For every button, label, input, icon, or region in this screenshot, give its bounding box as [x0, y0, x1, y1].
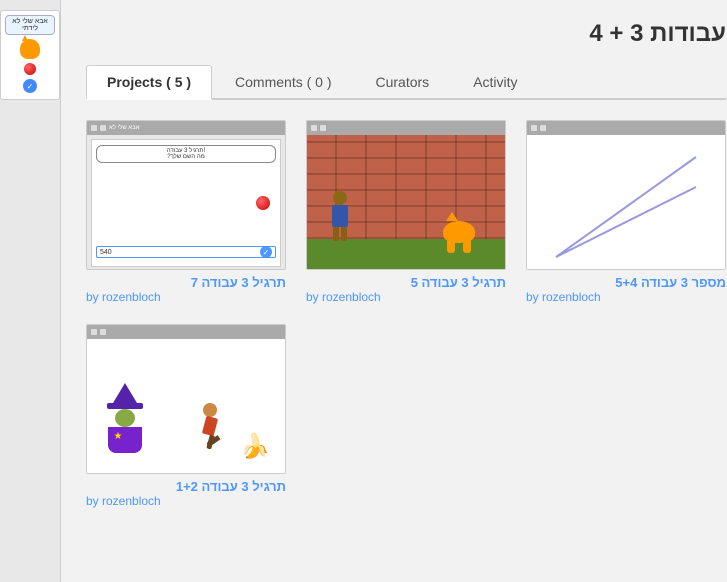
author-link-4[interactable]: rozenbloch: [102, 494, 161, 508]
thumb3-dot1: [531, 125, 537, 131]
thumb3-canvas: [527, 135, 725, 269]
project-title-2[interactable]: תרגיל 3 עבודה 5: [306, 275, 506, 290]
thumb1-header: אבא שלי לא: [87, 121, 285, 135]
thumb1-check: ✓: [260, 246, 272, 258]
project-author-2: by rozenbloch: [306, 290, 506, 304]
cat-leg-right: [463, 241, 471, 253]
project-thumbnail-2[interactable]: [306, 120, 506, 270]
sidebar-cat-icon: [20, 39, 40, 59]
sidebar-project-card: אבא שלי לאלידתי ✓: [0, 10, 60, 100]
by-label-2: by: [306, 290, 322, 304]
thumb2-cat: [443, 212, 475, 243]
thumb2-person: [332, 191, 348, 241]
acrobat-head: [203, 403, 217, 417]
by-label-3: by: [526, 290, 542, 304]
project-thumbnail-4[interactable]: ★ 🍌: [86, 324, 286, 474]
thumb1-header-text: אבא שלי לא: [109, 125, 140, 131]
sidebar-check-icon: ✓: [23, 79, 37, 93]
thumb4-header: [87, 325, 285, 339]
witch-star1: ★: [114, 431, 123, 442]
person-head: [333, 191, 347, 205]
main-content: עבודות 3 + 4 Projects ( 5 ) Comments ( 0…: [61, 0, 727, 582]
author-link-3[interactable]: rozenbloch: [542, 290, 601, 304]
thumb4-canvas: ★ 🍌: [87, 339, 285, 473]
thumb4-dot1: [91, 329, 97, 335]
tab-curators[interactable]: Curators: [355, 65, 451, 100]
project-info-2: תרגיל 3 עבודה 5 by rozenbloch: [306, 275, 506, 304]
thumb2-dot2: [320, 125, 326, 131]
project-card-1: אבא שלי לא !תרגיל 3 עבודהמה השם שלך? 540…: [86, 120, 286, 304]
projects-grid: אבא שלי לא !תרגיל 3 עבודהמה השם שלך? 540…: [86, 120, 726, 508]
thumb1-dot1: [91, 125, 97, 131]
cat-leg-left: [447, 241, 455, 253]
project-thumbnail-3[interactable]: [526, 120, 726, 270]
thumb2-header: [307, 121, 505, 135]
page-title: עבודות 3 + 4: [86, 20, 726, 48]
bananas: 🍌: [240, 432, 270, 461]
project-author-4: by rozenbloch: [86, 494, 286, 508]
person-body: [332, 205, 348, 227]
thumb1-stage: !תרגיל 3 עבודהמה השם שלך? 540 ✓: [91, 139, 281, 267]
left-sidebar: אבא שלי לאלידתי ✓: [0, 0, 61, 582]
thumb1-red-oval: [256, 196, 270, 210]
thumb1-body: !תרגיל 3 עבודהמה השם שלך? 540 ✓: [87, 135, 285, 270]
project-author-1: by rozenbloch: [86, 290, 286, 304]
thumb1-input-area: 540 ✓: [96, 246, 276, 258]
witch-character: ★: [102, 383, 147, 453]
thumb2-ground: [307, 239, 505, 269]
person-leg-left: [333, 227, 339, 241]
project-info-1: תרגיל 3 עבודה 7 by rozenbloch: [86, 275, 286, 304]
thumb1-dot2: [100, 125, 106, 131]
author-link-1[interactable]: rozenbloch: [102, 290, 161, 304]
thumb4-dot2: [100, 329, 106, 335]
project-info-3: מספר 3 עבודה 5+4 by rozenbloch: [526, 275, 726, 304]
witch-body: ★: [108, 427, 142, 453]
tab-comments[interactable]: Comments ( 0 ): [214, 65, 352, 100]
project-author-3: by rozenbloch: [526, 290, 726, 304]
project-title-1[interactable]: תרגיל 3 עבודה 7: [86, 275, 286, 290]
thumb3-header: [527, 121, 725, 135]
tab-activity[interactable]: Activity: [452, 65, 538, 100]
project-title-3[interactable]: מספר 3 עבודה 5+4: [526, 275, 726, 290]
thumb1-input-value: 540: [100, 249, 112, 256]
tabs-container: Projects ( 5 ) Comments ( 0 ) Curators A…: [86, 63, 726, 100]
acrobat-character: [195, 403, 225, 463]
banana-emoji: 🍌: [240, 432, 270, 461]
project-thumbnail-1[interactable]: אבא שלי לא !תרגיל 3 עבודהמה השם שלך? 540…: [86, 120, 286, 270]
cat-body: [443, 221, 475, 243]
sidebar-red-ball: [24, 63, 36, 75]
person-leg-right: [341, 227, 347, 241]
acrobat-legs: [198, 432, 231, 453]
project-info-4: תרגיל 3 עבודה 1+2 by rozenbloch: [86, 479, 286, 508]
thumb2-dot1: [311, 125, 317, 131]
project-card-4: ★ 🍌: [86, 324, 286, 508]
project-card-3: מספר 3 עבודה 5+4 by rozenbloch: [526, 120, 726, 304]
person-legs: [333, 227, 347, 241]
tab-projects[interactable]: Projects ( 5 ): [86, 65, 212, 100]
project-title-4[interactable]: תרגיל 3 עבודה 1+2: [86, 479, 286, 494]
sidebar-bubble: אבא שלי לאלידתי: [5, 15, 55, 35]
by-label-1: by: [86, 290, 102, 304]
graph-svg: [536, 137, 716, 267]
project-card-2: תרגיל 3 עבודה 5 by rozenbloch: [306, 120, 506, 304]
witch-head: [115, 409, 135, 427]
by-label-4: by: [86, 494, 102, 508]
author-link-2[interactable]: rozenbloch: [322, 290, 381, 304]
cat-ear-left: [446, 212, 458, 221]
thumb1-bubble: !תרגיל 3 עבודהמה השם שלך?: [96, 145, 276, 163]
thumb3-dot2: [540, 125, 546, 131]
witch-hat-top: [113, 383, 137, 403]
